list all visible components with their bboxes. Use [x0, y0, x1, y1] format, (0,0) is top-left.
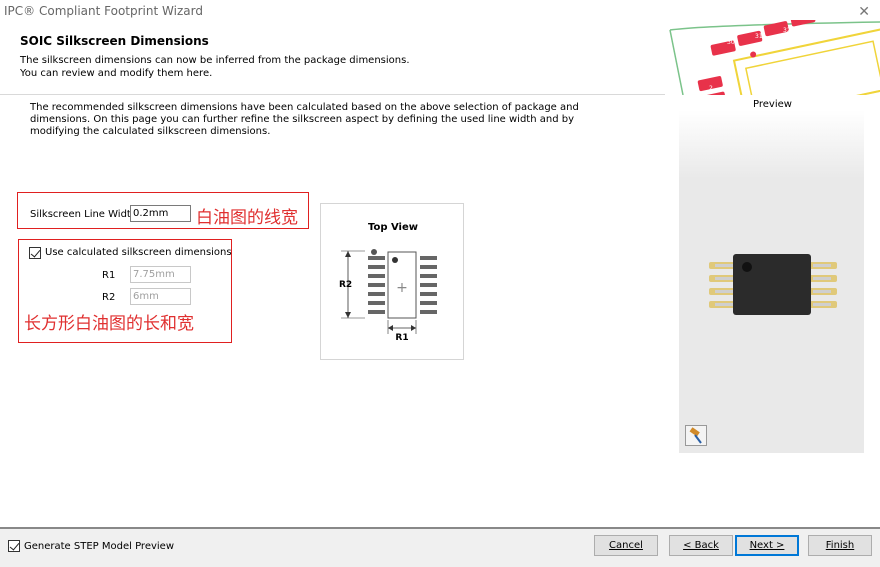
title-bar: IPC® Compliant Footprint Wizard ✕	[0, 0, 880, 22]
top-view-diagram: Top View + R2 R1	[320, 203, 464, 360]
intro-text: The recommended silkscreen dimensions ha…	[30, 102, 579, 137]
soic-3d-model	[709, 254, 837, 315]
line-width-label: Silkscreen Line Width	[30, 209, 138, 220]
page-title: SOIC Silkscreen Dimensions	[20, 34, 209, 48]
cancel-button[interactable]: Cancel	[594, 535, 658, 556]
r1-input[interactable]	[130, 266, 191, 283]
r1-label: R1	[102, 270, 116, 281]
r2-dim-label: R2	[339, 280, 352, 290]
back-button[interactable]: < Back	[669, 535, 733, 556]
hammer-icon	[689, 427, 702, 444]
r2-input[interactable]	[130, 288, 191, 305]
preview-label: Preview	[753, 99, 792, 110]
pad-label-30: 30	[727, 39, 735, 46]
finish-button[interactable]: Finish	[808, 535, 872, 556]
preview-tool-button[interactable]	[685, 425, 707, 446]
close-icon[interactable]: ✕	[858, 3, 870, 20]
header-desc-line2: You can review and modify them here.	[20, 68, 213, 79]
window-title: IPC® Compliant Footprint Wizard	[4, 4, 203, 18]
header-desc-line1: The silkscreen dimensions can now be inf…	[20, 55, 410, 66]
use-calculated-checkbox[interactable]	[29, 247, 41, 259]
preview-3d-view[interactable]	[679, 110, 864, 453]
pad-label-32: 32	[783, 27, 791, 34]
r1-dim-label: R1	[395, 333, 408, 343]
pad-label-1: 1	[705, 71, 709, 78]
annotation-line-width: 白油图的线宽	[196, 208, 298, 228]
step-preview-checkbox[interactable]	[8, 540, 20, 552]
annotation-dimensions: 长方形白油图的长和宽	[24, 314, 194, 334]
use-calculated-label: Use calculated silkscreen dimensions	[45, 247, 232, 258]
header-pcb-graphic: 30 31 32 1 2	[665, 20, 880, 95]
step-preview-label: Generate STEP Model Preview	[24, 541, 174, 552]
footer-bar: Generate STEP Model Preview Cancel < Bac…	[0, 529, 880, 567]
pad-label-31: 31	[755, 33, 763, 40]
header-description: The silkscreen dimensions can now be inf…	[20, 54, 410, 80]
r2-label: R2	[102, 292, 116, 303]
pad-label-2: 2	[709, 85, 713, 92]
line-width-input[interactable]	[130, 205, 191, 222]
next-button[interactable]: Next >	[735, 535, 799, 556]
center-plus: +	[396, 280, 408, 296]
header-divider	[0, 94, 665, 95]
top-view-title: Top View	[368, 222, 418, 233]
